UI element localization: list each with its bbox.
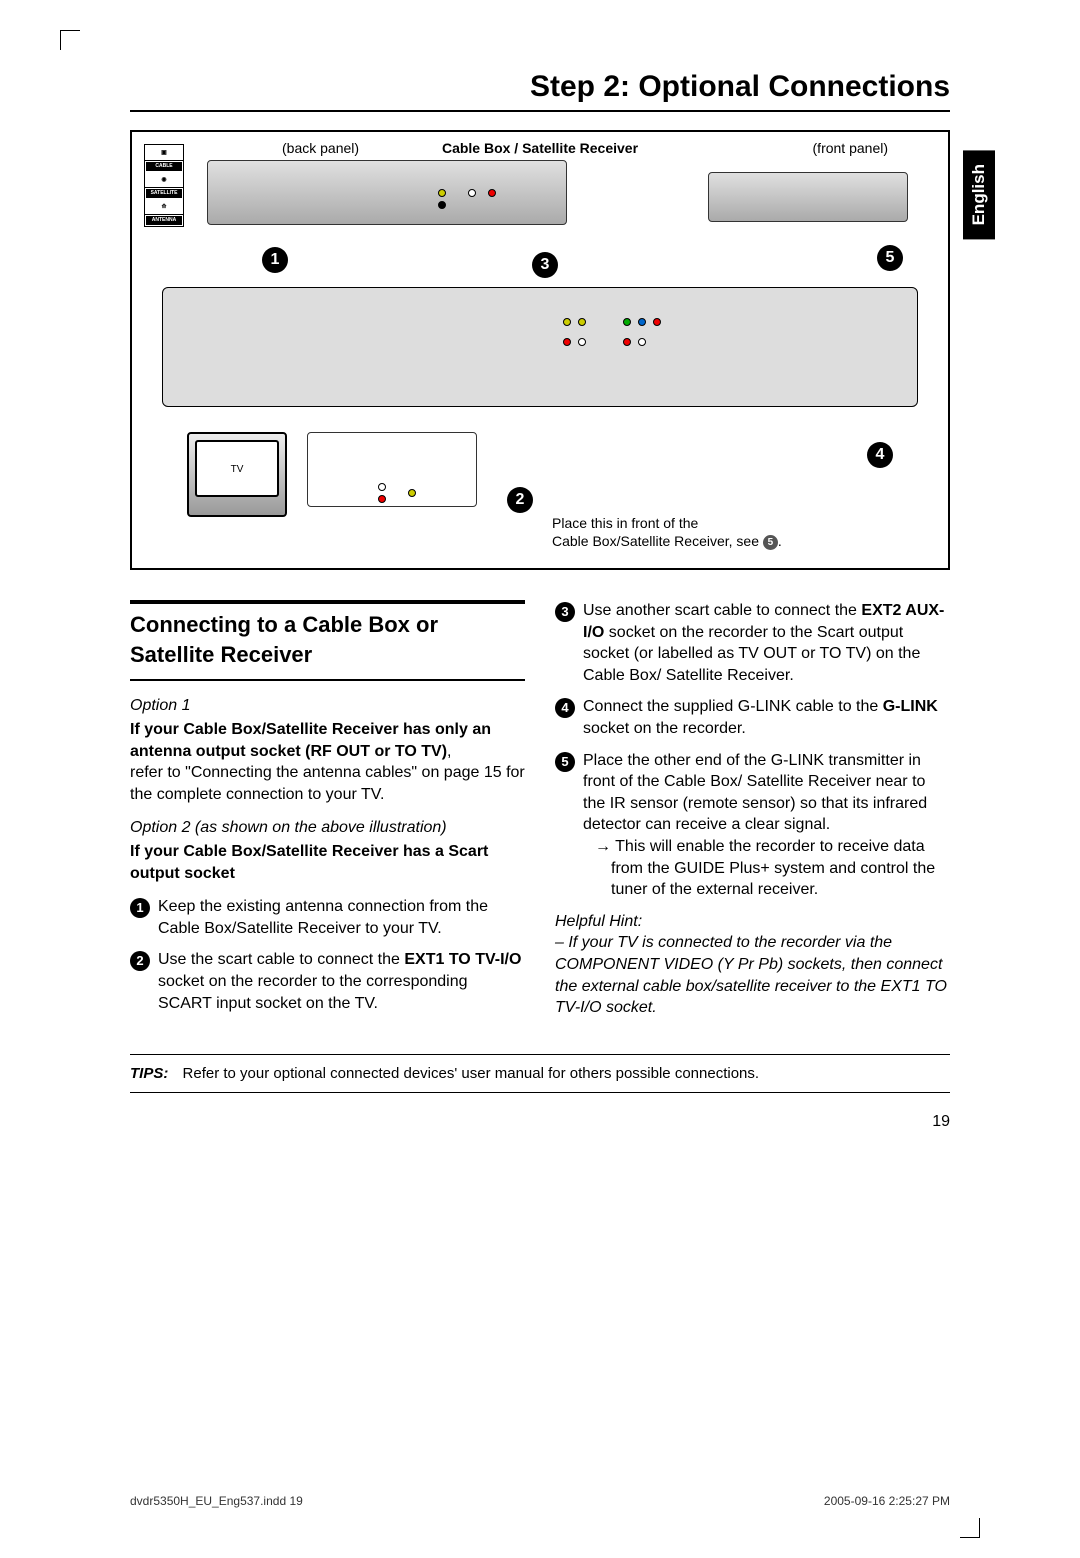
option2-bold: If your Cable Box/Satellite Receiver has… [130, 841, 525, 884]
step-number-icon: 2 [130, 951, 150, 971]
option2-label: Option 2 (as shown on the above illustra… [130, 817, 525, 839]
crop-mark [60, 30, 80, 50]
tips-bar: TIPS: Refer to your optional connected d… [130, 1054, 950, 1093]
diagram-recorder [162, 287, 918, 407]
step-2: 2 Use the scart cable to connect the EXT… [130, 949, 525, 1014]
language-tab: English [963, 150, 995, 239]
step-number-icon: 1 [130, 898, 150, 918]
right-column: 3 Use another scart cable to connect the… [555, 600, 950, 1024]
page-number: 19 [130, 1113, 950, 1131]
connection-diagram: Cable Box / Satellite Receiver (back pan… [130, 130, 950, 570]
tips-label: TIPS: [130, 1065, 168, 1082]
step-1: 1 Keep the existing antenna connection f… [130, 896, 525, 939]
diagram-bubble-1: 1 [262, 247, 288, 273]
step-5: 5 Place the other end of the G-LINK tran… [555, 750, 950, 901]
hint-heading: Helpful Hint: [555, 911, 950, 933]
diagram-tv: TV [187, 432, 287, 517]
diagram-backpanel-label: (back panel) [282, 140, 359, 156]
footer-timestamp: 2005-09-16 2:25:27 PM [824, 1494, 950, 1508]
step-4: 4 Connect the supplied G-LINK cable to t… [555, 696, 950, 739]
diagram-frontpanel-label: (front panel) [813, 140, 888, 156]
tips-text: Refer to your optional connected devices… [183, 1065, 760, 1082]
footer-filename: dvdr5350H_EU_Eng537.indd 19 [130, 1494, 303, 1508]
step-3: 3 Use another scart cable to connect the… [555, 600, 950, 686]
step-number-icon: 5 [555, 752, 575, 772]
page-content: Step 2: Optional Connections Cable Box /… [130, 70, 950, 1438]
option1-text: If your Cable Box/Satellite Receiver has… [130, 719, 525, 805]
step-5-arrow: → This will enable the recorder to recei… [583, 836, 950, 901]
diagram-glink-note: Place this in front of the Cable Box/Sat… [552, 514, 782, 550]
footer: dvdr5350H_EU_Eng537.indd 19 2005-09-16 2… [130, 1494, 950, 1508]
hint-text: – If your TV is connected to the recorde… [555, 932, 950, 1018]
diagram-cablebox-back [207, 160, 567, 225]
crop-mark [960, 1518, 980, 1538]
step-number-icon: 3 [555, 602, 575, 622]
option1-label: Option 1 [130, 695, 525, 717]
page-title: Step 2: Optional Connections [130, 70, 950, 112]
diagram-cablebox-label: Cable Box / Satellite Receiver [442, 140, 638, 156]
diagram-tv-back [307, 432, 477, 507]
section-heading: Connecting to a Cable Box or Satellite R… [130, 600, 525, 681]
diagram-bubble-4: 4 [867, 442, 893, 468]
text-columns: Connecting to a Cable Box or Satellite R… [130, 600, 950, 1024]
left-column: Connecting to a Cable Box or Satellite R… [130, 600, 525, 1024]
diagram-bubble-5: 5 [877, 245, 903, 271]
diagram-bubble-2: 2 [507, 487, 533, 513]
diagram-bubble-3: 3 [532, 252, 558, 278]
diagram-cablebox-front [708, 172, 908, 222]
step-number-icon: 4 [555, 698, 575, 718]
diagram-source-sidebar: ▣ CABLE ◉ SATELLITE ⟰ ANTENNA [144, 144, 184, 227]
